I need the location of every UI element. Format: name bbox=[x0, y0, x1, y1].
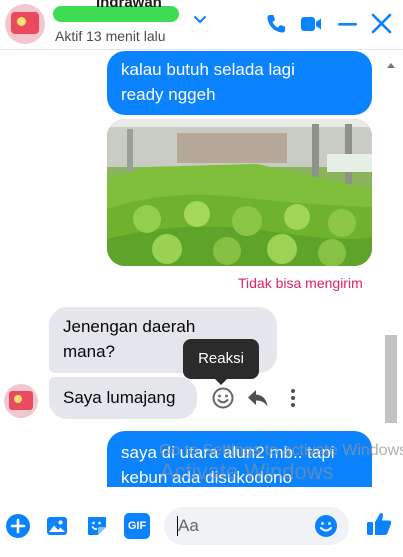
sticker-icon[interactable] bbox=[84, 513, 110, 539]
more-icon[interactable] bbox=[280, 385, 306, 411]
emoji-icon[interactable] bbox=[313, 513, 339, 539]
avatar-image-detail bbox=[17, 17, 26, 26]
scrollbar[interactable] bbox=[383, 59, 399, 487]
contact-avatar[interactable] bbox=[5, 4, 45, 44]
message-input[interactable] bbox=[178, 513, 308, 539]
message-text: Jenengan daerah bbox=[63, 317, 196, 336]
active-status: Aktif 13 menit lalu bbox=[55, 28, 166, 44]
reaction-tooltip: Reaksi bbox=[183, 339, 259, 385]
like-icon[interactable] bbox=[364, 509, 394, 539]
activate-windows-watermark: Activate Windows bbox=[160, 459, 334, 484]
message-list[interactable]: kalau butuh selada lagi ready nggeh Tida… bbox=[0, 51, 403, 487]
avatar-image-detail bbox=[14, 395, 22, 403]
scrollbar-thumb[interactable] bbox=[385, 335, 397, 423]
message-text: ready nggeh bbox=[121, 85, 216, 104]
incoming-message[interactable]: Saya lumajang bbox=[49, 377, 197, 419]
contact-name[interactable]: Indrawan bbox=[96, 0, 162, 11]
send-failed-label[interactable]: Tidak bisa mengirim bbox=[238, 275, 363, 291]
sender-avatar[interactable] bbox=[4, 384, 38, 418]
message-text: kalau butuh selada lagi bbox=[121, 60, 295, 79]
plus-icon[interactable] bbox=[5, 513, 31, 539]
chevron-down-icon[interactable] bbox=[193, 12, 207, 26]
phone-icon[interactable] bbox=[262, 10, 290, 38]
outgoing-message[interactable]: kalau butuh selada lagi ready nggeh bbox=[107, 51, 372, 115]
gif-icon[interactable]: GIF bbox=[124, 513, 150, 539]
lettuce-photo[interactable] bbox=[107, 119, 372, 266]
gif-label: GIF bbox=[127, 520, 147, 532]
activate-windows-subtitle: Go to Settings to activate Windows. bbox=[159, 442, 403, 459]
message-text: Saya lumajang bbox=[63, 388, 176, 407]
message-input-container[interactable] bbox=[164, 507, 349, 545]
video-icon[interactable] bbox=[297, 10, 325, 38]
tooltip-label: Reaksi bbox=[198, 350, 244, 367]
close-icon[interactable] bbox=[368, 10, 396, 38]
smile-icon[interactable] bbox=[210, 385, 236, 411]
composer-bar: GIF bbox=[0, 489, 403, 557]
chat-header: Indrawan Aktif 13 menit lalu bbox=[0, 0, 403, 50]
image-icon[interactable] bbox=[44, 513, 70, 539]
scroll-up-arrow[interactable] bbox=[387, 63, 395, 68]
minimize-icon[interactable] bbox=[334, 10, 362, 38]
reply-icon[interactable] bbox=[245, 385, 271, 411]
